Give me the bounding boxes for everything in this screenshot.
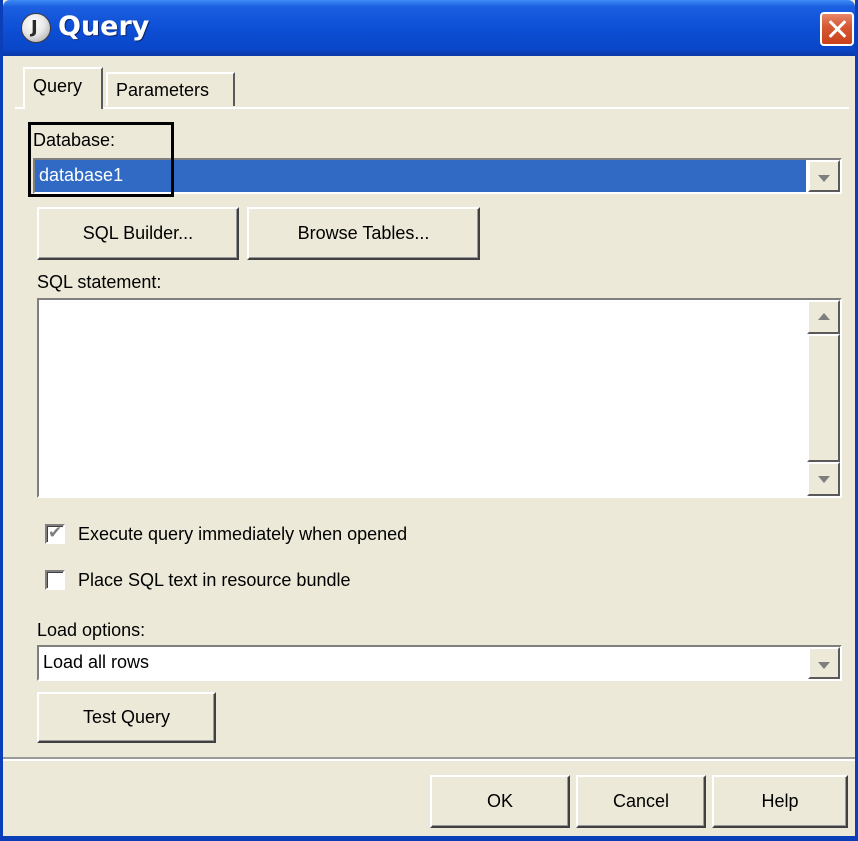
- load-options-dropdown[interactable]: Load all rows: [37, 645, 842, 681]
- arrow-up-icon: [818, 313, 830, 320]
- scroll-thumb[interactable]: [807, 334, 840, 462]
- title-bar[interactable]: Query: [3, 0, 855, 56]
- selection-highlight: [35, 160, 806, 192]
- arrow-down-icon: [818, 476, 830, 483]
- sql-builder-button[interactable]: SQL Builder...: [37, 207, 239, 260]
- execute-immediately-label: Execute query immediately when opened: [78, 524, 408, 544]
- tab-parameters[interactable]: Parameters: [106, 72, 235, 106]
- help-button[interactable]: Help: [712, 775, 848, 828]
- tab-query[interactable]: Query: [23, 67, 103, 109]
- window-title: Query: [58, 11, 150, 42]
- execute-immediately-checkbox[interactable]: ✔: [45, 523, 65, 544]
- test-query-button[interactable]: Test Query: [37, 692, 216, 743]
- java-cup-icon: [21, 13, 51, 43]
- cancel-button[interactable]: Cancel: [576, 775, 706, 828]
- scroll-down-button[interactable]: [807, 462, 840, 496]
- database-dropdown[interactable]: database1: [33, 158, 842, 194]
- checkmark-icon: ✔: [48, 523, 63, 543]
- scroll-up-button[interactable]: [807, 300, 840, 334]
- load-options-dropdown-button[interactable]: [808, 647, 840, 679]
- database-dropdown-button[interactable]: [808, 160, 840, 192]
- query-dialog: Query Query Parameters Database: databas…: [0, 0, 858, 841]
- chevron-down-icon: [818, 175, 830, 182]
- sql-statement-label: SQL statement:: [37, 272, 162, 292]
- browse-tables-button[interactable]: Browse Tables...: [247, 207, 480, 260]
- close-button[interactable]: [820, 12, 854, 46]
- load-options-label: Load options:: [37, 620, 146, 640]
- footer-divider-highlight: [3, 759, 855, 761]
- database-label: Database:: [33, 130, 116, 150]
- sql-statement-input[interactable]: [37, 298, 842, 498]
- chevron-down-icon: [818, 662, 830, 669]
- ok-button[interactable]: OK: [430, 775, 570, 828]
- window-bottom-border: [3, 836, 855, 838]
- tab-strip-divider: [15, 107, 849, 109]
- sql-scrollbar[interactable]: [807, 300, 840, 496]
- database-value: database1: [39, 165, 124, 185]
- load-options-value: Load all rows: [43, 652, 150, 672]
- resource-bundle-label: Place SQL text in resource bundle: [78, 570, 351, 590]
- resource-bundle-checkbox[interactable]: [45, 570, 65, 590]
